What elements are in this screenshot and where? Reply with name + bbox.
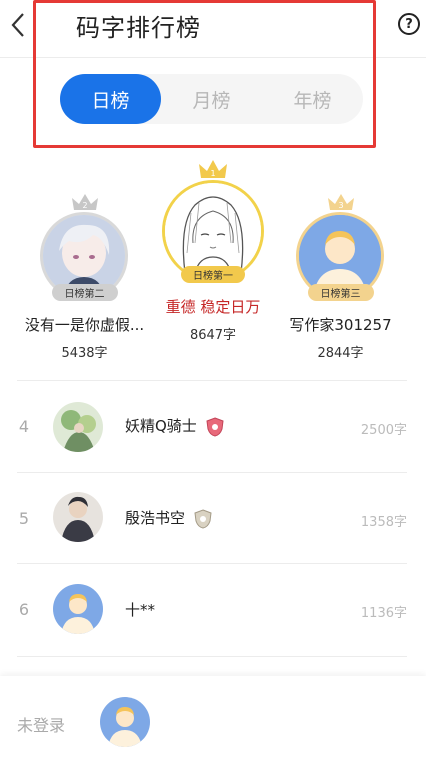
podium-count: 2844字 xyxy=(317,346,364,361)
tab-month[interactable]: 月榜 xyxy=(161,74,262,124)
user-name: 妖精Q骑士 xyxy=(125,417,197,435)
login-status[interactable]: 未登录 xyxy=(17,712,65,736)
divider xyxy=(17,380,407,381)
user-name: 殷浩书空 xyxy=(125,509,186,527)
avatar[interactable] xyxy=(53,584,103,634)
crown-silver-icon: 2 xyxy=(71,194,98,210)
crown-gold-icon: 1 xyxy=(199,160,227,178)
row-name: 殷浩书空 xyxy=(125,507,212,529)
help-icon: ? xyxy=(405,16,413,32)
chevron-left-icon xyxy=(11,13,24,37)
divider xyxy=(17,656,407,657)
podium-name: 重德 稳定日万 xyxy=(165,298,261,316)
tab-day[interactable]: 日榜 xyxy=(60,74,161,124)
rank-number: 4 xyxy=(18,417,30,436)
shield-badge-icon xyxy=(194,508,212,529)
divider xyxy=(17,472,407,473)
word-count: 1358字 xyxy=(360,515,407,530)
svg-text:1: 1 xyxy=(210,169,215,178)
page-title: 码字排行榜 xyxy=(76,14,201,42)
header-bar: 码字排行榜 ? xyxy=(0,0,426,58)
podium-name: 写作家301257 xyxy=(289,316,392,334)
current-user-bar[interactable]: 未登录 xyxy=(0,676,426,758)
avatar[interactable] xyxy=(100,697,150,747)
rank-number: 6 xyxy=(18,600,30,619)
podium-first[interactable]: 1 日榜第一 重德 稳定日万 8647字 xyxy=(138,158,288,348)
crown-bronze-icon: 3 xyxy=(327,194,354,210)
tab-year[interactable]: 年榜 xyxy=(262,74,363,124)
shield-badge-icon xyxy=(206,416,224,437)
row-name: 妖精Q骑士 xyxy=(125,415,224,437)
help-button[interactable]: ? xyxy=(398,13,420,35)
default-user-avatar-icon xyxy=(53,584,103,634)
podium-count: 8647字 xyxy=(189,328,237,343)
word-count: 1136字 xyxy=(360,606,407,621)
divider xyxy=(17,563,407,564)
period-tabs: 日榜 月榜 年榜 xyxy=(60,74,363,124)
svg-text:3: 3 xyxy=(338,201,343,210)
rank-number: 5 xyxy=(18,509,30,528)
rank-badge: 日榜第三 xyxy=(307,284,374,301)
back-button[interactable] xyxy=(6,8,30,42)
podium-count: 5438字 xyxy=(61,346,108,361)
avatar[interactable] xyxy=(53,492,103,542)
default-user-avatar-icon xyxy=(100,697,150,747)
podium-name: 没有一是你虚假... xyxy=(24,316,145,334)
nature-avatar-icon xyxy=(53,402,103,452)
list-item[interactable]: 5 殷浩书空 1358字 xyxy=(0,488,426,548)
podium-second[interactable]: 2 日榜第二 没有一是你虚假... 5438字 xyxy=(12,192,157,362)
dark-character-avatar-icon xyxy=(53,492,103,542)
sketch-girl-avatar-icon xyxy=(165,183,261,279)
svg-text:2: 2 xyxy=(82,201,87,210)
rank-badge: 日榜第一 xyxy=(181,266,245,283)
word-count: 2500字 xyxy=(360,423,407,438)
avatar[interactable] xyxy=(53,402,103,452)
rank-badge: 日榜第二 xyxy=(51,284,118,301)
list-item[interactable]: 6 十** 1136字 xyxy=(0,580,426,640)
list-item[interactable]: 4 妖精Q骑士 2500字 xyxy=(0,397,426,457)
user-name: 十** xyxy=(125,601,156,619)
podium-third[interactable]: 3 日榜第三 写作家301257 2844字 xyxy=(268,192,413,362)
